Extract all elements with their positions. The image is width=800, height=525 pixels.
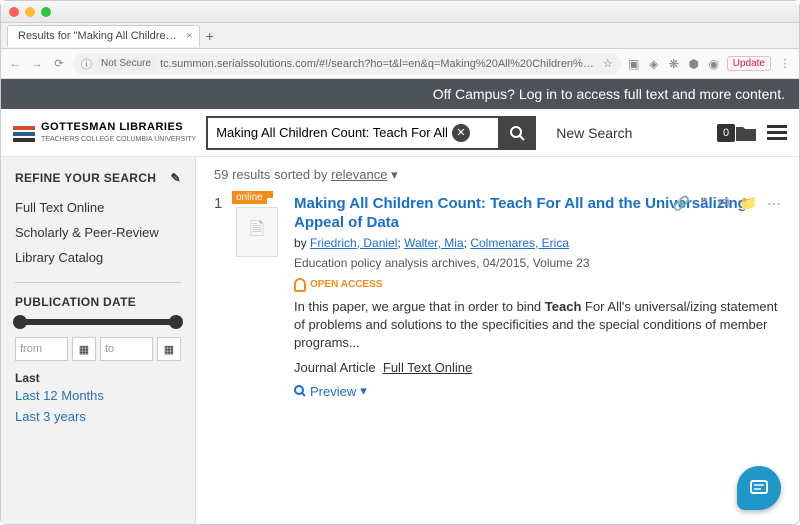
filter-scholarly[interactable]: Scholarly & Peer-Review xyxy=(15,220,181,245)
result-count: 59 xyxy=(214,167,228,182)
result-type: Journal Article Full Text Online xyxy=(294,360,781,375)
last-12-months-link[interactable]: Last 12 Months xyxy=(15,385,181,406)
browser-tab[interactable]: Results for "Making All Childre… × xyxy=(7,25,200,47)
sort-label: results sorted by xyxy=(232,167,327,182)
online-badge: online xyxy=(232,191,267,204)
slider-handle-from[interactable] xyxy=(13,315,27,329)
author-link[interactable]: Colmenares, Erica xyxy=(470,236,569,250)
browser-tabbar: Results for "Making All Childre… × + xyxy=(1,23,799,49)
url-text: tc.summon.serialssolutions.com/#!/search… xyxy=(160,58,598,70)
minimize-window-icon[interactable] xyxy=(25,7,35,17)
preview-button[interactable]: Preview ▾ xyxy=(294,383,781,399)
banner-text: Off Campus? Log in to access full text a… xyxy=(433,86,785,102)
date-slider[interactable] xyxy=(15,319,181,325)
to-placeholder: to xyxy=(105,343,114,355)
reload-icon[interactable]: ⟳ xyxy=(51,57,67,70)
save-folder-icon[interactable]: 📁 xyxy=(740,195,757,212)
by-label: by xyxy=(294,236,310,250)
cite-icon[interactable]: ❞ xyxy=(700,195,708,212)
author-link[interactable]: Friedrich, Daniel xyxy=(310,236,397,250)
maximize-window-icon[interactable] xyxy=(41,7,51,17)
email-icon[interactable]: ✉ xyxy=(718,195,730,212)
close-window-icon[interactable] xyxy=(9,7,19,17)
chat-button[interactable] xyxy=(737,466,781,510)
last-3-years-link[interactable]: Last 3 years xyxy=(15,406,181,427)
last-heading: Last xyxy=(15,371,181,385)
saved-count: 0 xyxy=(717,124,735,142)
info-icon: ⓘ xyxy=(81,56,92,72)
hamburger-menu-icon[interactable] xyxy=(767,125,787,140)
library-logo[interactable]: GOTTESMAN LIBRARIES TEACHERS COLLEGE COL… xyxy=(13,121,196,144)
from-placeholder: from xyxy=(20,343,42,355)
sort-by-link[interactable]: relevance xyxy=(331,167,387,182)
logo-line1: GOTTESMAN LIBRARIES xyxy=(41,121,183,133)
refine-sidebar: REFINE YOUR SEARCH ✎ Full Text Online Sc… xyxy=(1,157,196,524)
window-titlebar xyxy=(1,1,799,23)
forward-icon[interactable]: → xyxy=(29,58,45,70)
site-header: GOTTESMAN LIBRARIES TEACHERS COLLEGE COL… xyxy=(1,109,799,157)
update-button[interactable]: Update xyxy=(727,56,771,71)
url-input[interactable]: ⓘ Not Secure tc.summon.serialssolutions.… xyxy=(73,53,621,75)
menu-icon[interactable]: ⋮ xyxy=(777,57,793,70)
new-search-link[interactable]: New Search xyxy=(556,125,632,141)
abstract-bold: Teach xyxy=(545,299,582,314)
new-tab-icon[interactable]: + xyxy=(206,28,214,44)
author-link[interactable]: Walter, Mia xyxy=(404,236,464,250)
chevron-down-icon[interactable]: ▾ xyxy=(391,167,398,182)
open-access-icon xyxy=(294,278,306,292)
result-thumbnail: online 🗎 xyxy=(236,195,284,399)
more-icon[interactable]: ⋯ xyxy=(767,195,781,212)
results-panel: 59 results sorted by relevance ▾ 1 onlin… xyxy=(196,157,799,524)
pubdate-heading: PUBLICATION DATE xyxy=(15,295,181,309)
logo-line2: TEACHERS COLLEGE COLUMBIA UNIVERSITY xyxy=(41,136,196,143)
calendar-from-icon[interactable]: ▦ xyxy=(72,337,96,361)
refine-heading: REFINE YOUR SEARCH xyxy=(15,171,156,185)
edit-icon[interactable]: ✎ xyxy=(171,171,181,185)
full-text-link[interactable]: Full Text Online xyxy=(383,360,472,375)
slider-handle-to[interactable] xyxy=(169,315,183,329)
search-value: Making All Children Count: Teach For All xyxy=(216,125,448,140)
search-input[interactable]: Making All Children Count: Teach For All… xyxy=(206,116,498,150)
saved-folder[interactable]: 0 xyxy=(717,124,757,142)
document-icon: 🗎 xyxy=(236,207,278,257)
address-bar: ← → ⟳ ⓘ Not Secure tc.summon.serialssolu… xyxy=(1,49,799,79)
magnify-icon xyxy=(294,385,306,397)
calendar-to-icon[interactable]: ▦ xyxy=(157,337,181,361)
search-button[interactable] xyxy=(498,116,536,150)
result-authors: by Friedrich, Daniel; Walter, Mia; Colme… xyxy=(294,236,781,250)
extension-icon[interactable]: ❋ xyxy=(667,57,681,71)
back-icon[interactable]: ← xyxy=(7,58,23,70)
sort-line: 59 results sorted by relevance ▾ xyxy=(214,167,781,183)
result-source: Education policy analysis archives, 04/2… xyxy=(294,256,781,270)
preview-label: Preview xyxy=(310,384,356,399)
extension-icon[interactable]: ▣ xyxy=(627,57,641,71)
search-icon xyxy=(509,125,525,141)
extension-icon[interactable]: ◈ xyxy=(647,57,661,71)
result-actions: 🔗 ❞ ✉ 📁 ⋯ xyxy=(673,195,781,212)
open-access-label: OPEN ACCESS xyxy=(310,279,382,290)
result-item: 1 online 🗎 Making All Children Count: Te… xyxy=(214,195,781,399)
abstract-text: In this paper, we argue that in order to… xyxy=(294,299,545,314)
result-number: 1 xyxy=(214,195,226,399)
filter-full-text[interactable]: Full Text Online xyxy=(15,195,181,220)
permalink-icon[interactable]: 🔗 xyxy=(673,195,690,212)
off-campus-banner: Off Campus? Log in to access full text a… xyxy=(1,79,799,109)
date-to-input[interactable]: to xyxy=(100,337,153,361)
open-access-badge: OPEN ACCESS xyxy=(294,278,781,292)
folder-icon xyxy=(735,124,757,142)
clear-search-icon[interactable]: ✕ xyxy=(452,124,470,142)
type-label: Journal Article xyxy=(294,360,376,375)
result-abstract: In this paper, we argue that in order to… xyxy=(294,298,781,353)
filter-catalog[interactable]: Library Catalog xyxy=(15,245,181,270)
chat-icon xyxy=(749,479,769,497)
not-secure-badge: Not Secure xyxy=(97,57,155,70)
close-tab-icon[interactable]: × xyxy=(186,30,192,42)
tab-title: Results for "Making All Childre… xyxy=(18,30,177,42)
star-icon[interactable]: ☆ xyxy=(603,57,613,70)
search-box: Making All Children Count: Teach For All… xyxy=(206,116,536,150)
extension-icon[interactable]: ⬢ xyxy=(687,57,701,71)
profile-icon[interactable]: ◉ xyxy=(707,57,721,71)
date-from-input[interactable]: from xyxy=(15,337,68,361)
